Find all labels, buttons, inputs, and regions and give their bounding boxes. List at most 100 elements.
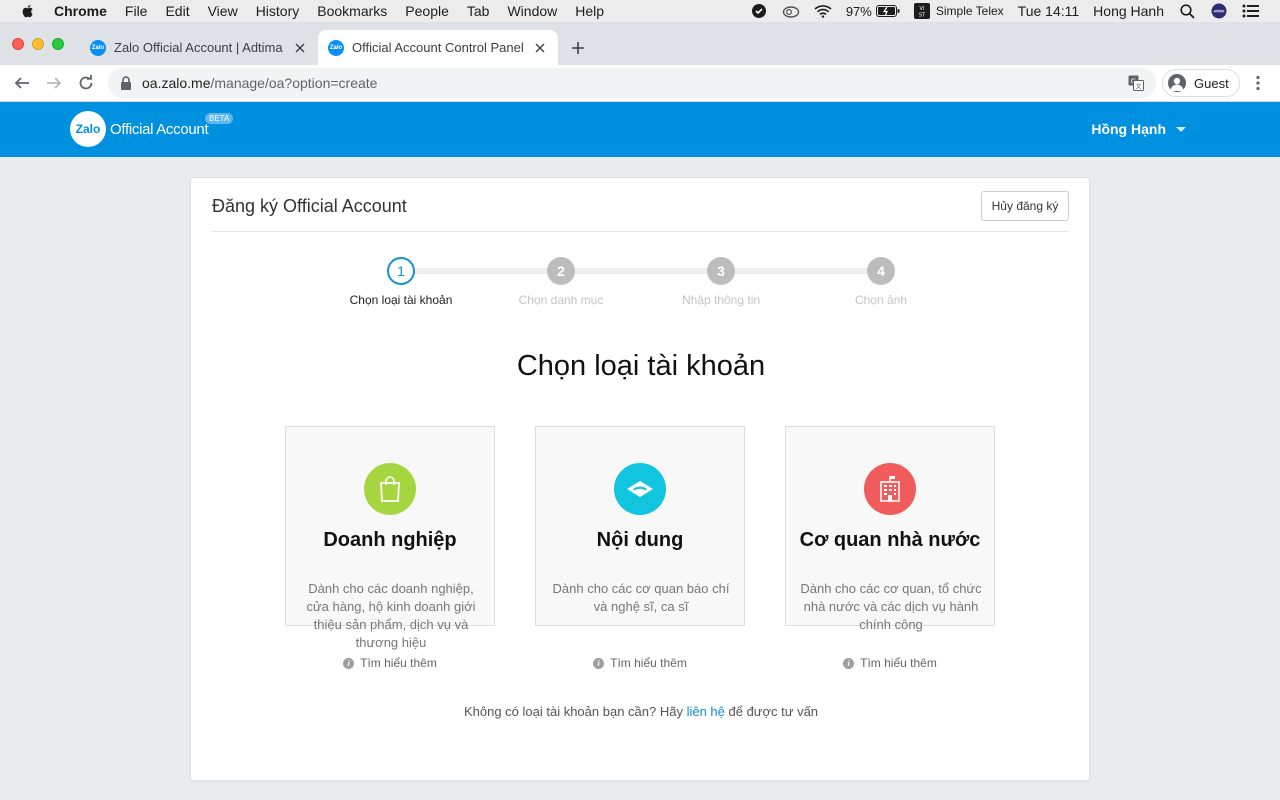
- siri-icon[interactable]: [1210, 3, 1228, 19]
- type-description: Dành cho các cơ quan, tổ chức nhà nước v…: [800, 581, 982, 632]
- type-description: Dành cho các doanh nghiệp, cửa hàng, hộ …: [306, 581, 476, 650]
- registration-card: Đăng ký Official Account Hủy đăng ký 1 C…: [190, 177, 1090, 781]
- guest-avatar-icon: [1168, 74, 1186, 92]
- step-number: 2: [547, 257, 575, 285]
- divider: [211, 231, 1069, 232]
- macos-menu-bar: Chrome File Edit View History Bookmarks …: [0, 0, 1280, 22]
- spotlight-search-icon[interactable]: [1178, 3, 1196, 19]
- tab-control-panel[interactable]: Zalo Official Account Control Panel: [318, 30, 558, 65]
- step-1: 1 Chọn loại tài khoản: [331, 257, 471, 307]
- apple-icon[interactable]: [20, 3, 36, 19]
- learn-more-link[interactable]: i Tìm hiểu thêm: [785, 656, 995, 670]
- info-icon: i: [593, 657, 605, 669]
- menu-window[interactable]: Window: [507, 3, 557, 19]
- menu-people[interactable]: People: [405, 3, 449, 19]
- creative-cloud-icon[interactable]: [782, 3, 800, 19]
- telex-icon[interactable]: VI ST: [913, 3, 930, 19]
- battery-percent: 97%: [845, 3, 872, 19]
- close-tab-icon[interactable]: [292, 40, 308, 56]
- menu-file[interactable]: File: [125, 3, 148, 19]
- progress-stepper: 1 Chọn loại tài khoản 2 Chọn danh mục 3 …: [191, 257, 1091, 317]
- step-2: 2 Chọn danh mục: [491, 257, 631, 307]
- simple-telex-label[interactable]: Simple Telex: [936, 4, 1004, 18]
- logo-text: Official Account: [110, 120, 209, 138]
- type-name: Doanh nghiệp: [323, 529, 457, 551]
- window-controls: [12, 38, 72, 50]
- tab-zalo-adtima[interactable]: Zalo Zalo Official Account | Adtima: [80, 30, 318, 65]
- translate-icon[interactable]: G文: [1128, 75, 1144, 91]
- contact-link[interactable]: liên hệ: [687, 704, 725, 719]
- user-menu[interactable]: Hồng Hạnh: [1091, 121, 1186, 137]
- type-description: Dành cho các cơ quan báo chí và nghệ sĩ,…: [552, 581, 730, 614]
- profile-label: Guest: [1194, 75, 1229, 91]
- learn-more-link[interactable]: i Tìm hiểu thêm: [535, 656, 745, 670]
- minimize-window-button[interactable]: [32, 38, 44, 50]
- svg-text:ST: ST: [919, 13, 926, 19]
- wifi-icon[interactable]: [814, 3, 832, 19]
- contact-note-prefix: Không có loại tài khoản bạn cần? Hãy: [463, 704, 687, 719]
- account-type-government[interactable]: Cơ quan nhà nước Dành cho các cơ quan, t…: [785, 426, 995, 632]
- shield-check-icon[interactable]: [750, 3, 768, 19]
- menu-history[interactable]: History: [256, 3, 300, 19]
- info-icon: i: [843, 657, 855, 669]
- contact-note-suffix: để được tư vấn: [724, 704, 819, 719]
- step-3: 3 Nhập thông tin: [651, 257, 791, 307]
- info-icon: i: [343, 657, 355, 669]
- address-bar[interactable]: oa.zalo.me/manage/oa?option=create G文: [108, 68, 1156, 98]
- zoom-window-button[interactable]: [52, 38, 64, 50]
- browser-toolbar: oa.zalo.me/manage/oa?option=create G文 Gu…: [0, 65, 1280, 102]
- beta-badge: BETA: [205, 113, 234, 124]
- menu-bookmarks[interactable]: Bookmarks: [317, 3, 387, 19]
- shopping-bag-icon: [364, 463, 416, 515]
- contact-note: Không có loại tài khoản bạn cần? Hãy liê…: [191, 704, 1091, 719]
- svg-text:文: 文: [1135, 83, 1141, 91]
- type-name: Cơ quan nhà nước: [799, 529, 981, 551]
- control-center-icon[interactable]: [1242, 3, 1260, 19]
- government-building-icon: [864, 463, 916, 515]
- svg-text:VI: VI: [919, 6, 924, 12]
- tab-title: Official Account Control Panel: [352, 40, 524, 55]
- step-number: 3: [707, 257, 735, 285]
- menu-tab[interactable]: Tab: [467, 3, 490, 19]
- section-heading: Chọn loại tài khoản: [516, 350, 766, 382]
- content-icon: [614, 463, 666, 515]
- reload-icon[interactable]: [75, 72, 97, 94]
- step-label: Chọn danh mục: [518, 293, 604, 307]
- card-title: Đăng ký Official Account: [212, 196, 407, 216]
- zalo-logo-bubble: Zalo: [70, 111, 106, 147]
- tab-title: Zalo Official Account | Adtima: [114, 40, 283, 55]
- menu-help[interactable]: Help: [575, 3, 604, 19]
- url-path: /manage/oa?option=create: [210, 75, 378, 91]
- learn-more-label: Tìm hiểu thêm: [360, 656, 437, 670]
- caret-down-icon: [1176, 126, 1186, 132]
- url-host: oa.zalo.me: [142, 75, 211, 91]
- cancel-registration-button[interactable]: Hủy đăng ký: [981, 191, 1069, 221]
- menu-app-name[interactable]: Chrome: [54, 3, 107, 19]
- close-window-button[interactable]: [12, 38, 24, 50]
- zalo-oa-logo[interactable]: Zalo Official Account BETA: [70, 111, 234, 147]
- forward-arrow-icon[interactable]: [43, 72, 65, 94]
- account-type-content[interactable]: Nội dung Dành cho các cơ quan báo chí và…: [535, 426, 745, 626]
- user-name: Hồng Hạnh: [1091, 121, 1166, 137]
- menu-user[interactable]: Hong Hanh: [1093, 3, 1164, 19]
- menu-clock[interactable]: Tue 14:11: [1018, 3, 1080, 19]
- learn-more-label: Tìm hiểu thêm: [610, 656, 687, 670]
- battery-icon[interactable]: [875, 3, 900, 19]
- menu-edit[interactable]: Edit: [165, 3, 189, 19]
- stepper-track: [402, 268, 882, 274]
- back-arrow-icon[interactable]: [11, 72, 33, 94]
- profile-button[interactable]: Guest: [1162, 69, 1240, 97]
- step-label: Chọn ảnh: [854, 293, 908, 307]
- learn-more-link[interactable]: i Tìm hiểu thêm: [285, 656, 495, 670]
- account-type-business[interactable]: Doanh nghiệp Dành cho các doanh nghiệp, …: [285, 426, 495, 650]
- menu-view[interactable]: View: [208, 3, 238, 19]
- new-tab-plus-icon[interactable]: [568, 38, 588, 58]
- more-vertical-icon[interactable]: [1250, 72, 1266, 94]
- step-label: Chọn loại tài khoản: [349, 293, 453, 307]
- step-number: 1: [387, 257, 415, 285]
- lock-icon[interactable]: [120, 76, 132, 90]
- step-4: 4 Chọn ảnh: [811, 257, 951, 307]
- browser-tab-strip: Zalo Zalo Official Account | Adtima Zalo…: [0, 22, 1280, 65]
- step-number: 4: [867, 257, 895, 285]
- close-tab-icon[interactable]: [532, 40, 548, 56]
